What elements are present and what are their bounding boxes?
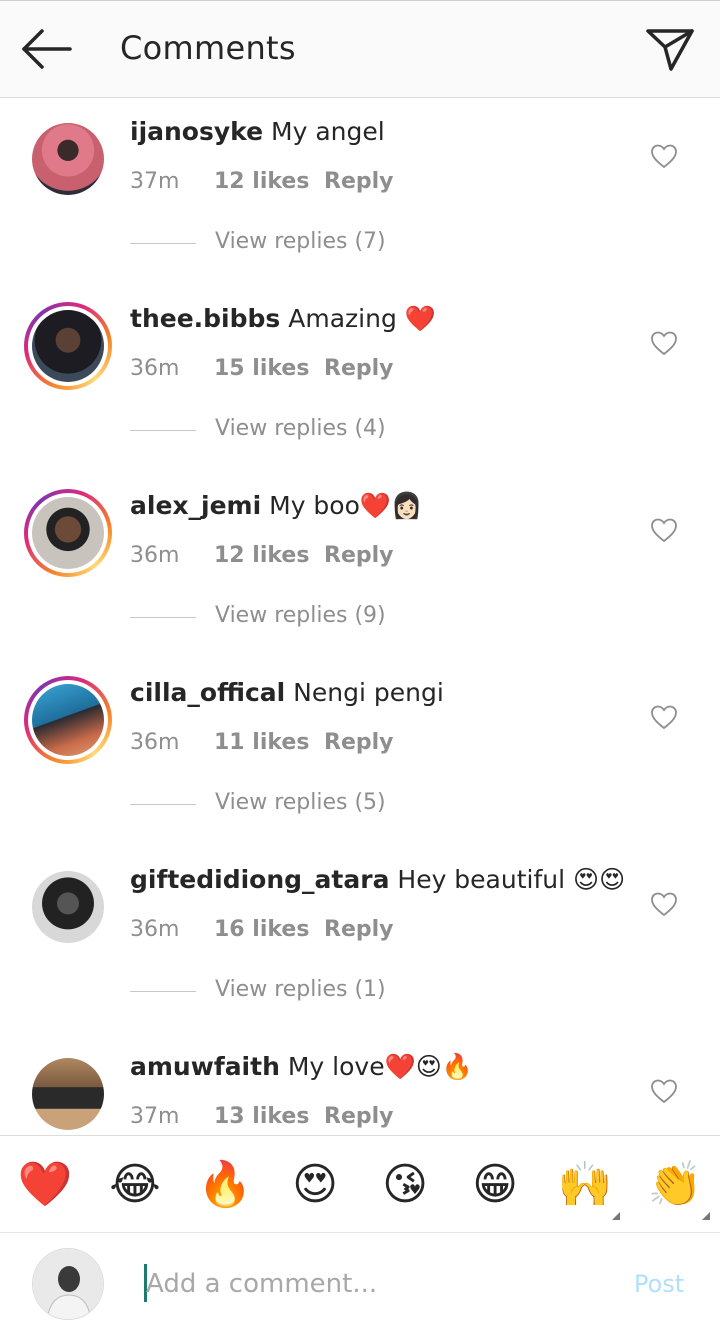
divider [130,804,196,805]
post-button[interactable]: Post [634,1270,684,1298]
comment-username[interactable]: thee.bibbs [130,304,280,333]
comment-text: giftedidiong_atara Hey beautiful 😍😍 [130,865,625,894]
heart-outline-icon[interactable] [650,330,678,356]
heart-outline-icon[interactable] [650,517,678,543]
comment-meta: 37m 12 likes Reply [130,169,394,194]
comment-item: giftedidiong_atara Hey beautiful 😍😍 36m 1… [0,855,720,1002]
comment-item: ijanosyke My angel 37m 12 likes Reply View… [0,107,720,254]
view-replies[interactable]: View replies (4) [130,416,530,446]
avatar[interactable] [24,676,112,764]
heart-eyes-emoji-button[interactable]: 😍 [286,1156,344,1214]
comment-body: My angel [271,117,385,146]
skin-tone-indicator-icon [612,1212,620,1220]
heart-outline-icon[interactable] [650,143,678,169]
view-replies-label[interactable]: View replies (7) [215,229,386,254]
heart-outline-icon[interactable] [650,1078,678,1104]
back-arrow-icon[interactable] [20,27,74,71]
comment-body: My love [287,1052,385,1081]
fire-emoji-button[interactable]: 🔥 [196,1156,254,1214]
comment-body: Amazing [288,304,397,333]
divider [130,991,196,992]
header-bar: Comments [0,0,720,98]
comment-text: amuwfaith My love❤️😍🔥 [130,1052,473,1082]
grinning-emoji-button[interactable]: 😁 [466,1156,524,1214]
comment-body: Nengi pengi [293,678,444,707]
divider [130,430,196,431]
reply-button[interactable]: Reply [324,917,394,942]
comment-meta: 36m 12 likes Reply [130,543,394,568]
avatar[interactable] [24,863,112,951]
comment-item: thee.bibbs Amazing ❤️ 36m 15 likes Reply V… [0,294,720,441]
comment-likes[interactable]: 11 likes [214,730,324,755]
page-title: Comments [120,29,296,67]
comments-list[interactable]: ijanosyke My angel 37m 12 likes Reply View… [0,99,720,1135]
comment-meta: 36m 11 likes Reply [130,730,394,755]
comment-meta: 36m 15 likes Reply [130,356,394,381]
comment-emojis: ❤️😍🔥 [384,1052,473,1081]
comment-likes[interactable]: 12 likes [214,543,324,568]
comment-item: cilla_offical Nengi pengi 36m 11 likes Rep… [0,668,720,815]
avatar[interactable] [24,302,112,390]
comment-text: ijanosyke My angel [130,117,385,146]
emoji-quick-bar: ❤️ 😂 🔥 😍 😘 😁 🙌 👏 [0,1135,720,1233]
direct-send-icon[interactable] [644,25,696,73]
red-heart-emoji-button[interactable]: ❤️ [16,1156,74,1214]
clapping-hands-emoji-button[interactable]: 👏 [646,1156,704,1214]
comment-composer: Post [0,1234,720,1331]
heart-outline-icon[interactable] [650,704,678,730]
comment-meta: 37m 13 likes Reply [130,1104,394,1129]
comment-timestamp: 36m [130,356,180,381]
view-replies-label[interactable]: View replies (4) [215,416,386,441]
comment-timestamp: 37m [130,1104,180,1129]
comment-text: alex_jemi My boo❤️👩🏻 [130,491,422,521]
view-replies[interactable]: View replies (9) [130,603,530,633]
reply-button[interactable]: Reply [324,356,394,381]
comment-meta: 36m 16 likes Reply [130,917,394,942]
comment-username[interactable]: cilla_offical [130,678,285,707]
avatar[interactable] [24,115,112,203]
comment-likes[interactable]: 12 likes [214,169,324,194]
comment-item: alex_jemi My boo❤️👩🏻 36m 12 likes Reply Vi… [0,481,720,628]
comment-timestamp: 37m [130,169,180,194]
view-replies[interactable]: View replies (7) [130,229,530,259]
reply-button[interactable]: Reply [324,1104,394,1129]
heart-outline-icon[interactable] [650,891,678,917]
comment-text: cilla_offical Nengi pengi [130,678,444,707]
view-replies[interactable]: View replies (5) [130,790,530,820]
current-user-avatar [32,1248,104,1320]
comment-username[interactable]: giftedidiong_atara [130,865,389,894]
comment-text: thee.bibbs Amazing ❤️ [130,304,436,334]
tears-of-joy-emoji-button[interactable]: 😂 [106,1156,164,1214]
comment-likes[interactable]: 16 likes [214,917,324,942]
blowing-kiss-emoji-button[interactable]: 😘 [376,1156,434,1214]
view-replies[interactable]: View replies (1) [130,977,530,1007]
comment-emojis: ❤️👩🏻 [359,491,423,520]
divider [130,617,196,618]
comment-timestamp: 36m [130,543,180,568]
avatar[interactable] [24,1050,112,1135]
view-replies-label[interactable]: View replies (9) [215,603,386,628]
comment-emojis: 😍😍 [573,865,626,894]
reply-button[interactable]: Reply [324,730,394,755]
view-replies-label[interactable]: View replies (5) [215,790,386,815]
comment-timestamp: 36m [130,730,180,755]
divider [130,243,196,244]
comment-username[interactable]: alex_jemi [130,491,261,520]
avatar[interactable] [24,489,112,577]
comment-likes[interactable]: 13 likes [214,1104,324,1129]
reply-button[interactable]: Reply [324,543,394,568]
view-replies-label[interactable]: View replies (1) [215,977,386,1002]
comment-timestamp: 36m [130,917,180,942]
comment-username[interactable]: ijanosyke [130,117,263,146]
comment-likes[interactable]: 15 likes [214,356,324,381]
comment-username[interactable]: amuwfaith [130,1052,280,1081]
raising-hands-emoji-button[interactable]: 🙌 [556,1156,614,1214]
comment-item: amuwfaith My love❤️😍🔥 37m 13 likes Reply [0,1042,720,1135]
comment-input[interactable] [146,1264,606,1304]
skin-tone-indicator-icon [702,1212,710,1220]
reply-button[interactable]: Reply [324,169,394,194]
comment-body: My boo [269,491,360,520]
comment-body: Hey beautiful [397,865,566,894]
comment-emojis: ❤️ [404,304,436,333]
